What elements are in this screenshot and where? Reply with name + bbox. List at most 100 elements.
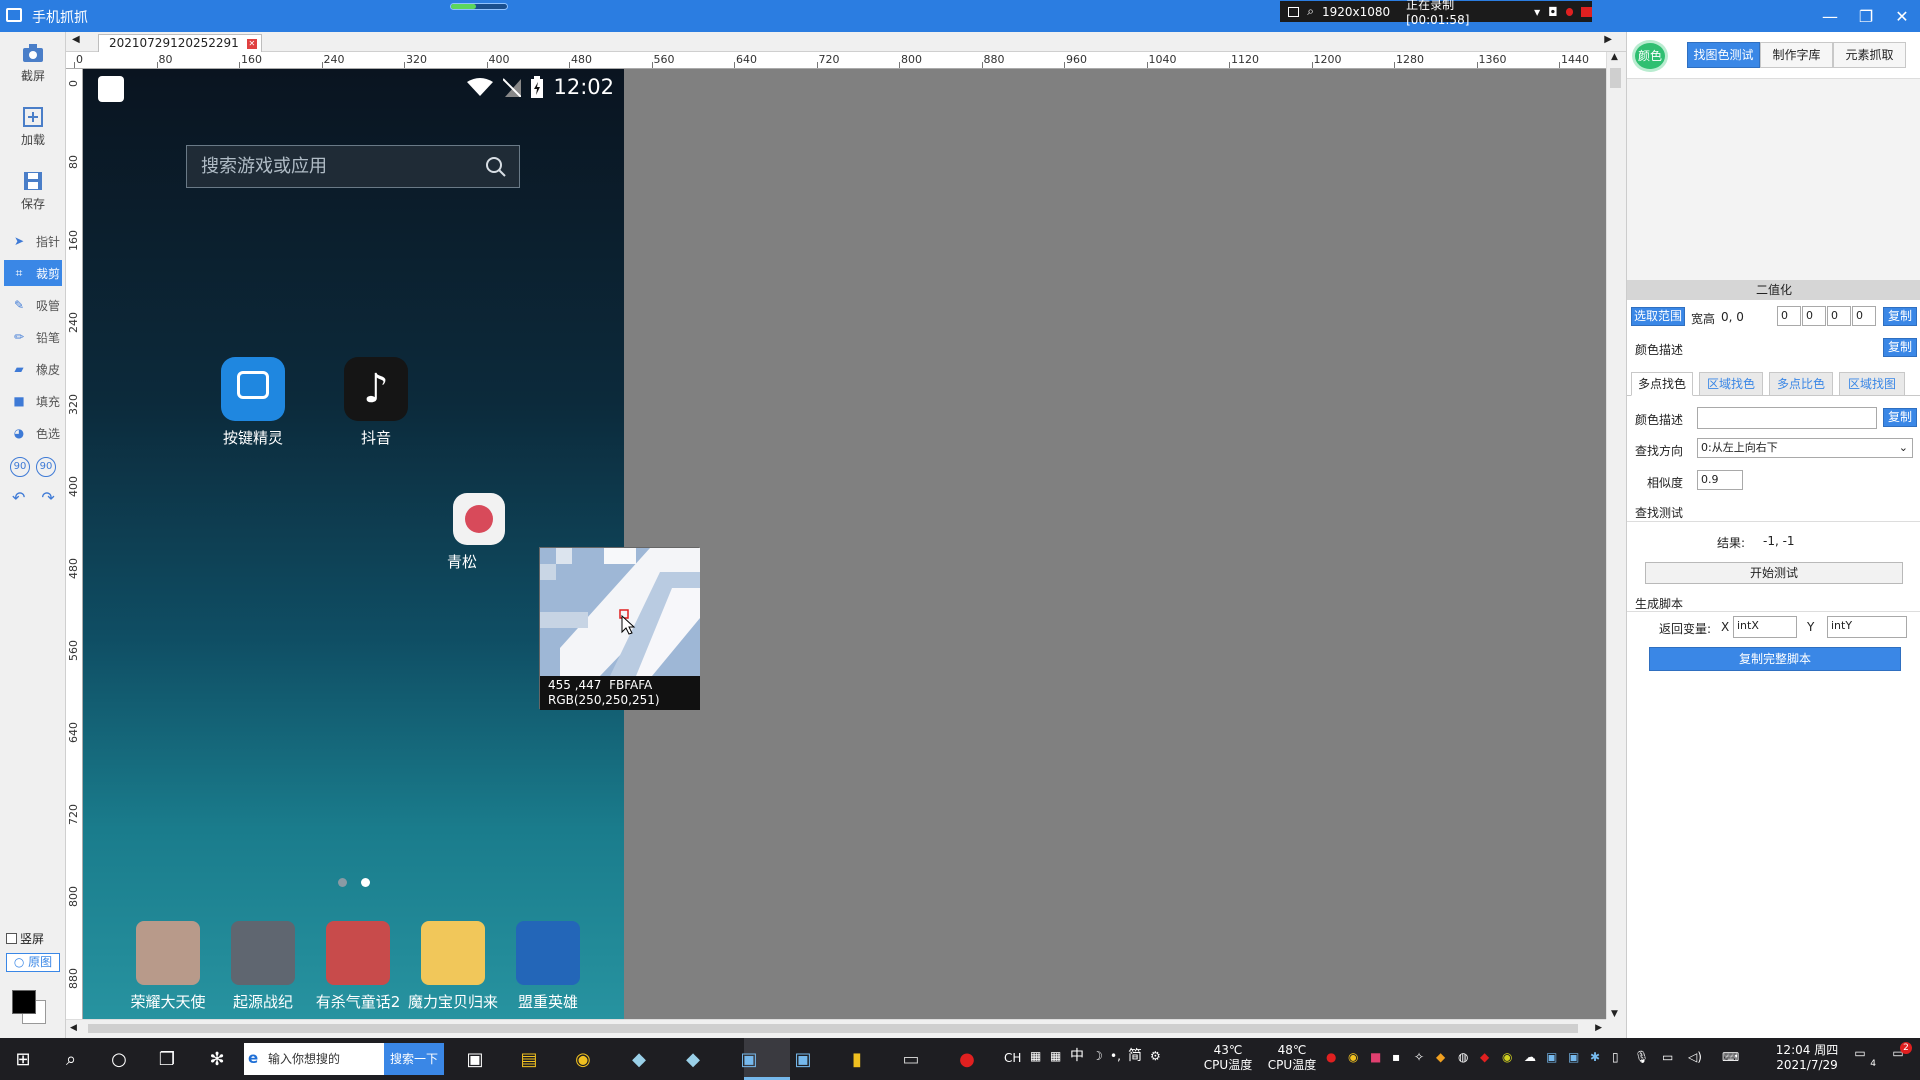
dock-app-2[interactable]: 起源战纪 — [218, 921, 308, 1012]
tab-find-color-test[interactable]: 找图色测试 — [1687, 42, 1760, 68]
volume-icon[interactable]: ◁) — [1688, 1050, 1702, 1065]
record-icon[interactable] — [1565, 7, 1573, 16]
ime-simplified[interactable]: 简 — [1128, 1049, 1142, 1064]
range-x1-input[interactable]: 0 — [1777, 306, 1801, 326]
monitor-app-icon[interactable]: ▣ — [462, 1046, 488, 1072]
copy-color-desc-button[interactable]: 复制 — [1883, 338, 1917, 357]
copy-range-button[interactable]: 复制 — [1883, 307, 1917, 326]
close-tab-icon[interactable]: ✕ — [246, 39, 257, 49]
tray-ball-icon[interactable]: ◍ — [1458, 1050, 1468, 1065]
phone-grab-app-icon[interactable]: ▣ — [790, 1046, 816, 1072]
search-icon[interactable]: ⌕ — [58, 1046, 84, 1072]
stop-icon[interactable] — [1580, 6, 1592, 17]
subtab-multi-point-find[interactable]: 多点找色 — [1631, 372, 1693, 396]
close-button[interactable]: ✕ — [1884, 0, 1920, 32]
ime-lang[interactable]: CH — [1004, 1051, 1021, 1066]
tray-record-icon[interactable]: ● — [1326, 1050, 1336, 1065]
subtab-region-find[interactable]: 区域找色 — [1699, 372, 1763, 396]
keyboard-icon[interactable]: ⌨ — [1722, 1050, 1739, 1065]
tray-box-icon[interactable]: ▪ — [1392, 1050, 1400, 1065]
tab-scroll-right-icon[interactable]: ▶ — [1604, 34, 1612, 45]
microphone-icon[interactable]: 🎙 — [1634, 1050, 1649, 1065]
monitor2-app-icon[interactable]: ▣ — [736, 1046, 762, 1072]
network-icon[interactable]: ▭ — [1662, 1050, 1673, 1065]
select-range-button[interactable]: 选取范围 — [1631, 307, 1685, 326]
tray-chat-icon[interactable]: ◉ — [1348, 1050, 1358, 1065]
load-button[interactable]: 加载 — [0, 106, 66, 148]
scroll-thumb[interactable] — [1610, 68, 1621, 88]
return-y-input[interactable]: intY — [1827, 616, 1907, 638]
range-x2-input[interactable]: 0 — [1827, 306, 1851, 326]
subtab-multi-point-compare[interactable]: 多点比色 — [1769, 372, 1833, 396]
dock-app-5[interactable]: 盟重英雄 — [503, 921, 593, 1012]
settings-gear-icon[interactable]: ⚙ — [1150, 1049, 1161, 1064]
app-pinwheel-icon[interactable]: ✻ — [204, 1046, 230, 1072]
tray-icon-1[interactable]: ▦ — [1030, 1049, 1041, 1064]
app-anjian[interactable]: 按键精灵 — [208, 357, 298, 448]
tool-eyedropper[interactable]: ✎ 吸管 — [4, 292, 62, 318]
screenshot-button[interactable]: 截屏 — [0, 42, 66, 84]
minimize-button[interactable]: — — [1812, 0, 1848, 32]
original-image-button[interactable]: ○ 原图 — [6, 953, 60, 972]
cortana-icon[interactable]: ○ — [106, 1046, 132, 1072]
color-swatch[interactable] — [12, 990, 48, 1026]
tray-pet-icon[interactable]: ◆ — [1436, 1050, 1445, 1065]
range-y2-input[interactable]: 0 — [1852, 306, 1876, 326]
redo-icon[interactable]: ↷ — [41, 488, 54, 507]
tool-fill[interactable]: ■ 填充 — [4, 388, 62, 414]
document-tab[interactable]: 20210729120252291 ✕ — [98, 34, 262, 52]
record-app-icon[interactable]: ● — [954, 1046, 980, 1072]
find-direction-select[interactable]: 0:从左上向右下 ⌄ — [1697, 438, 1913, 458]
save-button[interactable]: 保存 — [0, 170, 66, 212]
drive2-app-icon[interactable]: ◆ — [680, 1046, 706, 1072]
tray-battery-icon[interactable]: ▯ — [1612, 1050, 1619, 1065]
app-douyin[interactable]: ♪ 抖音 — [331, 357, 421, 448]
file-app-icon[interactable]: ▮ — [844, 1046, 870, 1072]
notification-center-icon[interactable]: ▭ 4 — [1848, 1046, 1876, 1070]
tray-shield-icon[interactable]: ▣ — [1568, 1050, 1579, 1065]
copy-color-desc-button-2[interactable]: 复制 — [1883, 408, 1917, 427]
copy-full-script-button[interactable]: 复制完整脚本 — [1649, 647, 1901, 671]
tray-bluetooth-icon[interactable]: ✱ — [1590, 1050, 1600, 1065]
tray-doc-icon[interactable]: ▣ — [1546, 1050, 1557, 1065]
drive-app-icon[interactable]: ◆ — [626, 1046, 652, 1072]
moon-icon[interactable]: ☽ — [1092, 1049, 1103, 1064]
rotate-left-button[interactable]: 90 — [10, 457, 30, 477]
keyboard-grid-icon[interactable]: ▦ — [1050, 1049, 1061, 1064]
taskbar-search-button[interactable]: 搜索一下 — [384, 1043, 444, 1075]
tool-pencil[interactable]: ✏ 铅笔 — [4, 324, 62, 350]
canvas-area[interactable]: 12:02 搜索游戏或应用 按键精灵 ♪ 抖音 青松 荣耀大天使 起源战纪 有杀… — [83, 69, 1606, 1019]
corner-badge-icon[interactable]: ▭ 2 — [1886, 1042, 1912, 1070]
camera-icon[interactable]: ◘ — [1548, 5, 1558, 19]
clock[interactable]: 12:04 周四 2021/7/29 — [1762, 1043, 1852, 1073]
tool-eraser[interactable]: ▰ 橡皮 — [4, 356, 62, 382]
dropdown-arrow-icon[interactable]: ▾ — [1534, 5, 1540, 19]
subtab-region-image[interactable]: 区域找图 — [1839, 372, 1905, 396]
disk-app-icon[interactable]: ▭ — [898, 1046, 924, 1072]
horizontal-scrollbar[interactable]: ◀ ▶ — [66, 1019, 1606, 1036]
punct-icon[interactable]: •, — [1110, 1049, 1121, 1064]
scroll-thumb[interactable] — [88, 1024, 1578, 1033]
task-view-icon[interactable]: ❐ — [154, 1046, 180, 1072]
scroll-down-icon[interactable]: ▼ — [1611, 1009, 1618, 1019]
similarity-input[interactable]: 0.9 — [1697, 470, 1743, 490]
rotate-right-button[interactable]: 90 — [36, 457, 56, 477]
note-app-icon[interactable]: ▤ — [516, 1046, 542, 1072]
return-x-input[interactable]: intX — [1733, 616, 1797, 638]
tray-security-icon[interactable]: ◉ — [1502, 1050, 1512, 1065]
taskbar-search-input[interactable]: e 输入你想搜的 — [244, 1043, 384, 1075]
start-test-button[interactable]: 开始测试 — [1645, 562, 1903, 584]
dock-app-4[interactable]: 魔力宝贝归来 — [408, 921, 498, 1012]
screen-icon[interactable] — [1288, 6, 1300, 17]
color-desc-input[interactable] — [1697, 407, 1877, 429]
vertical-scrollbar[interactable]: ▲ ▼ — [1606, 52, 1623, 1019]
tray-app-icon[interactable]: ■ — [1370, 1050, 1381, 1065]
phone-screenshot[interactable]: 12:02 搜索游戏或应用 按键精灵 ♪ 抖音 青松 荣耀大天使 起源战纪 有杀… — [83, 69, 624, 1019]
maximize-button[interactable]: ❐ — [1848, 0, 1884, 32]
tab-scroll-left-icon[interactable]: ◀ — [72, 34, 80, 45]
color-button[interactable]: 颜色 — [1632, 40, 1668, 72]
undo-icon[interactable]: ↶ — [12, 488, 25, 507]
ime-mode[interactable]: 中 — [1070, 1049, 1084, 1064]
phone-search-bar[interactable]: 搜索游戏或应用 — [186, 145, 520, 188]
tab-element-grab[interactable]: 元素抓取 — [1833, 42, 1906, 68]
